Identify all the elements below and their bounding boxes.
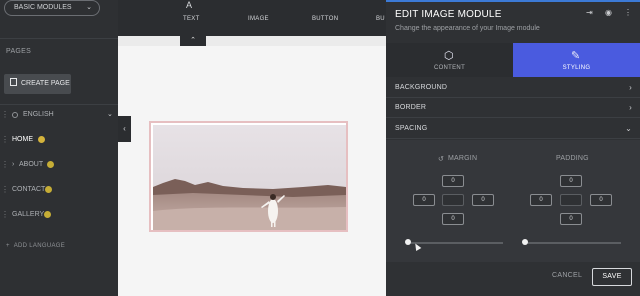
chevron-right-icon: › xyxy=(629,103,632,112)
margin-slider-thumb[interactable] xyxy=(405,239,411,245)
chevron-right-icon: › xyxy=(629,83,632,92)
divider xyxy=(0,38,118,39)
drag-handle-icon[interactable]: ⋮ xyxy=(1,158,9,172)
margin-bottom-input[interactable]: 0 xyxy=(442,213,464,225)
chevron-down-icon: ⌄ xyxy=(86,4,92,11)
panel-subtitle: Change the appearance of your Image modu… xyxy=(395,25,540,32)
panel-tabs: ⬡ CONTENT ✎ STYLING xyxy=(386,43,640,77)
drag-handle-icon[interactable]: ⋮ xyxy=(1,208,9,222)
image-module[interactable] xyxy=(149,121,348,232)
module-select-label: BASIC MODULES xyxy=(14,4,72,11)
text-icon[interactable]: A xyxy=(186,0,192,10)
status-dot-icon xyxy=(44,211,51,218)
brush-icon: ✎ xyxy=(571,50,581,62)
tab-content[interactable]: ⬡ CONTENT xyxy=(386,43,513,77)
chevron-right-icon[interactable]: › xyxy=(12,158,14,172)
add-language-label: ADD LANGUAGE xyxy=(13,243,66,249)
margin-center-box xyxy=(442,194,464,206)
padding-left-input[interactable]: 0 xyxy=(530,194,552,206)
language-select[interactable]: ⋮ ENGLISH ⌄ xyxy=(0,108,118,122)
page-label: ABOUT xyxy=(19,161,44,168)
cube-icon: ⬡ xyxy=(444,50,454,62)
section-border[interactable]: BORDER › xyxy=(386,98,640,118)
drag-handle-icon[interactable]: ⋮ xyxy=(1,133,9,147)
reset-icon[interactable]: ↺ xyxy=(438,155,444,163)
cancel-button[interactable]: CANCEL xyxy=(552,272,582,279)
margin-left-input[interactable]: 0 xyxy=(413,194,435,206)
save-button[interactable]: SAVE xyxy=(592,268,632,286)
tab-label: STYLING xyxy=(562,65,591,71)
sidebar-item-about[interactable]: ⋮ › ABOUT xyxy=(0,158,118,172)
pages-label: PAGES xyxy=(6,48,32,55)
section-label: SPACING xyxy=(395,125,428,132)
chevron-down-icon: ⌄ xyxy=(625,124,632,133)
toolbar-button[interactable]: BUTTON xyxy=(312,16,338,22)
sidebar-item-contact[interactable]: ⋮ CONTACT xyxy=(0,183,118,197)
toolbar-image[interactable]: IMAGE xyxy=(248,16,269,22)
panel-accent-bar xyxy=(386,0,640,2)
padding-top-input[interactable]: 0 xyxy=(560,175,582,187)
sidebar-item-home[interactable]: ⋮ HOME xyxy=(0,133,118,147)
create-page-label: CREATE PAGE xyxy=(21,80,70,87)
chevron-left-icon[interactable]: ‹ xyxy=(118,116,131,142)
section-spacing[interactable]: SPACING ⌄ xyxy=(386,119,640,139)
tab-label: CONTENT xyxy=(433,65,466,71)
add-language-button[interactable]: + ADD LANGUAGE xyxy=(6,243,65,249)
home-status-icon xyxy=(38,136,45,143)
toolbar-bu[interactable]: BU xyxy=(376,16,385,22)
chevron-down-icon: ⌄ xyxy=(107,111,113,118)
drag-handle-icon[interactable]: ⋮ xyxy=(1,108,9,122)
padding-slider-thumb[interactable] xyxy=(522,239,528,245)
edit-panel: EDIT IMAGE MODULE Change the appearance … xyxy=(386,0,640,296)
page-label: CONTACT xyxy=(12,186,46,193)
sidebar: BASIC MODULES ⌄ PAGES CREATE PAGE ⋮ ENGL… xyxy=(0,0,118,296)
page-label: GALLERY xyxy=(12,211,45,218)
more-icon[interactable]: ⋮ xyxy=(624,8,632,17)
module-toolbar: A TEXT IMAGE BUTTON BU xyxy=(118,0,386,36)
section-label: BACKGROUND xyxy=(395,84,448,91)
sidebar-item-gallery[interactable]: ⋮ GALLERY xyxy=(0,208,118,222)
editor-canvas: ⌃ xyxy=(118,36,386,296)
page-icon xyxy=(10,78,17,86)
section-background[interactable]: BACKGROUND › xyxy=(386,78,640,98)
status-dot-icon xyxy=(47,161,54,168)
status-dot-icon xyxy=(45,186,52,193)
margin-right-input[interactable]: 0 xyxy=(472,194,494,206)
padding-label: PADDING xyxy=(556,155,589,162)
eye-icon[interactable]: ◉ xyxy=(605,8,612,17)
padding-center-box xyxy=(560,194,582,206)
tab-styling[interactable]: ✎ STYLING xyxy=(513,43,640,77)
globe-icon xyxy=(12,112,18,118)
toolbar-text[interactable]: TEXT xyxy=(183,16,200,22)
section-label: BORDER xyxy=(395,104,427,111)
page-label: HOME xyxy=(12,136,33,143)
margin-top-input[interactable]: 0 xyxy=(442,175,464,187)
page-canvas xyxy=(118,46,386,296)
drag-handle-icon[interactable]: ⋮ xyxy=(1,183,9,197)
divider xyxy=(0,104,118,105)
margin-label: MARGIN xyxy=(448,155,478,162)
panel-title: EDIT IMAGE MODULE xyxy=(395,9,502,20)
language-label: ENGLISH xyxy=(23,111,54,118)
padding-right-input[interactable]: 0 xyxy=(590,194,612,206)
spacing-editor: ↺ MARGIN PADDING 0 0 0 0 0 0 0 0 xyxy=(386,140,640,262)
margin-slider-track[interactable] xyxy=(406,242,503,244)
chevron-up-icon[interactable]: ⌃ xyxy=(180,36,206,46)
padding-slider-track[interactable] xyxy=(524,242,621,244)
exit-icon[interactable]: ⇥ xyxy=(586,8,593,17)
padding-bottom-input[interactable]: 0 xyxy=(560,213,582,225)
create-page-button[interactable]: CREATE PAGE xyxy=(4,74,71,94)
desert-photo xyxy=(153,125,346,230)
module-select[interactable]: BASIC MODULES ⌄ xyxy=(4,0,100,16)
